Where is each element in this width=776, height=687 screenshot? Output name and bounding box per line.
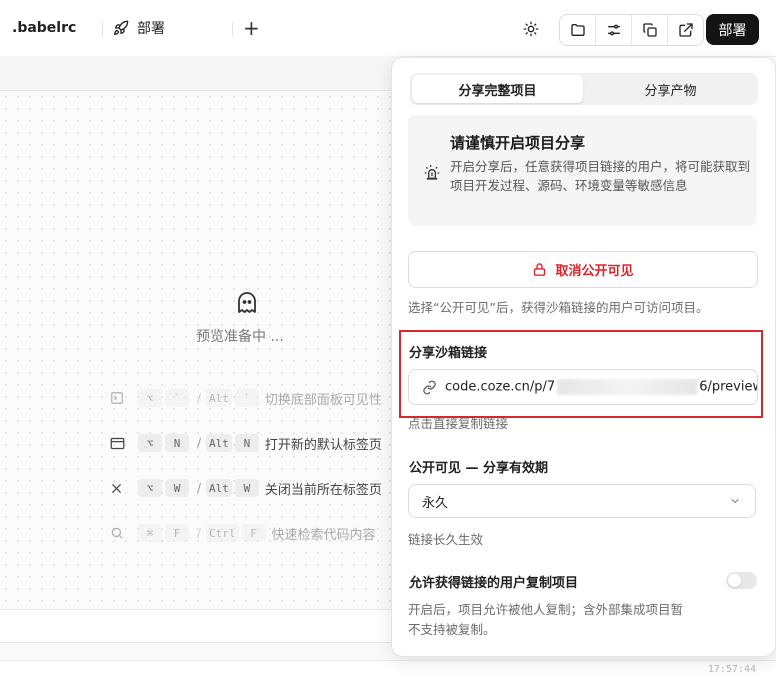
public-visibility-hint: 选择“公开可见”后，获得沙箱链接的用户可访问项目。 [408,300,709,315]
shortcut-key: F [165,524,189,542]
validity-title: 公开可见 — 分享有效期 [409,461,549,476]
shortcut-key: F [241,524,266,542]
shortcut-label: 关闭当前所在标签页 [264,482,382,498]
shortcut-row: ⌘ F / Ctrl F 快速检索代码内容 [110,522,376,544]
share-mode-tabs: 分享完整项目 分享产物 [410,73,758,105]
shortcut-key: Alt [206,389,232,407]
shortcut-key: W [234,479,259,497]
shortcut-label: 快速检索代码内容 [271,527,376,543]
allow-copy-toggle[interactable] [726,572,757,589]
shortcut-key: W [165,479,189,497]
top-bar: .babelrc 部署 + 部署 [0,0,776,57]
shortcut-key: ⌘ [138,524,162,542]
tab-divider [102,22,103,36]
copy-icon[interactable] [632,15,668,45]
validity-select[interactable]: 永久 [408,484,756,518]
tab-label: 部署 [137,21,165,37]
shortcut-key: N [234,434,259,452]
key-separator: / [197,481,202,495]
external-link-icon[interactable] [668,15,703,45]
unpublish-label: 取消公开可见 [555,264,634,279]
highlight-annotation-box [399,330,763,418]
tab-deploy[interactable]: 部署 [113,0,165,56]
validity-hint: 链接长久生效 [408,532,484,547]
sun-icon[interactable] [523,21,539,41]
close-icon [110,482,128,495]
key-separator: / [197,526,202,540]
shortcut-row: ⌥ W / Alt W 关闭当前所在标签页 [110,477,382,499]
share-warning-card: 请谨慎开启项目分享 开启分享后，任意获得项目链接的用户，将可能获取到项目开发过程… [408,115,757,226]
shortcut-key: Ctrl [206,524,239,542]
shortcut-key: ` [234,389,259,407]
rocket-icon [114,20,129,35]
allow-copy-hint: 开启后，项目允许被他人复制；含外部集成项目暂不支持被复制。 [408,602,684,637]
toolbar-button-group [559,14,704,46]
warning-title: 请谨慎开启项目分享 [450,134,586,152]
shortcut-row: ⌥ ` / Alt ` 切换底部面板可见性 [110,387,382,409]
chevron-down-icon [731,498,739,504]
shortcut-key: ⌥ [138,479,162,497]
shortcut-key: Alt [206,434,232,452]
key-separator: / [197,436,202,450]
warning-body: 开启分享后，任意获得项目链接的用户，将可能获取到项目开发过程、源码、环境变量等敏… [450,159,751,193]
shortcut-key: N [165,434,189,452]
allow-copy-title: 允许获得链接的用户复制项目 [409,576,579,591]
status-bar [0,660,776,687]
new-tab-button[interactable]: + [243,18,260,38]
preview-status-text: 预览准备中 ... [196,329,284,345]
lock-icon [534,263,546,276]
folder-icon[interactable] [560,15,596,45]
tab-share-full-project[interactable]: 分享完整项目 [412,75,583,103]
validity-value: 永久 [422,495,449,511]
key-separator: / [197,391,202,405]
deploy-button[interactable]: 部署 [706,14,759,45]
tab-divider [232,22,233,36]
settings-sliders-icon[interactable] [596,15,632,45]
unpublish-button[interactable]: 取消公开可见 [408,251,758,288]
shortcut-key: ` [165,389,189,407]
shortcut-row: ⌥ N / Alt N 打开新的默认标签页 [110,432,382,454]
shortcut-label: 打开新的默认标签页 [264,437,382,453]
preview-address-bar [0,56,400,91]
panel-icon [110,391,128,405]
search-icon [110,526,128,540]
shortcut-label: 切换底部面板可见性 [264,392,382,408]
shortcut-key: ⌥ [138,434,162,452]
bottom-panel-header [0,609,400,643]
shortcut-key: Alt [206,479,232,497]
tab-share-artifact[interactable]: 分享产物 [585,75,756,103]
status-time: 17:57:44 [707,664,756,675]
alarm-light-icon [424,165,440,185]
ghost-icon [237,292,257,318]
tab-label: .babelrc [12,20,77,36]
browser-tab-icon [110,437,128,450]
shortcut-key: ⌥ [138,389,162,407]
tab-babelrc[interactable]: .babelrc [12,0,76,56]
